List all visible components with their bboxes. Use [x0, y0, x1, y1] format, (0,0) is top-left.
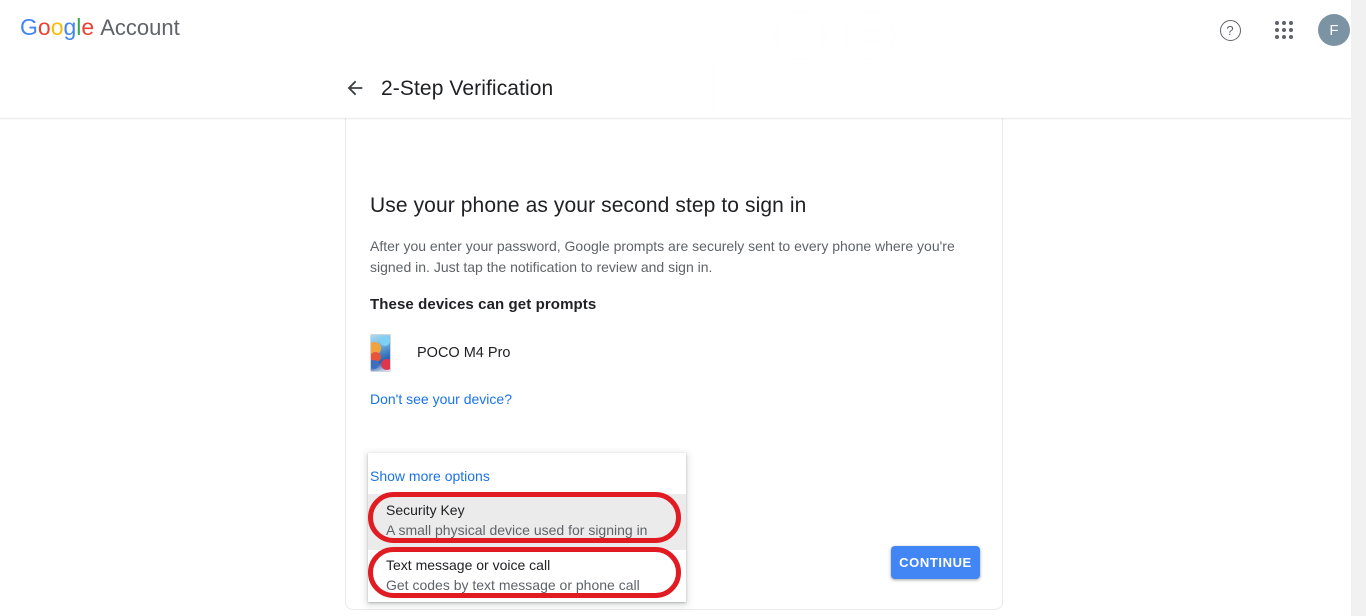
help-button[interactable]: ? — [1210, 10, 1250, 50]
option-title: Text message or voice call — [386, 557, 551, 573]
dont-see-device-link[interactable]: Don't see your device? — [370, 391, 512, 407]
option-security-key[interactable]: Security Key A small physical device use… — [368, 494, 686, 550]
device-row[interactable]: POCO M4 Pro — [370, 334, 510, 372]
page-subtext: After you enter your password, Google pr… — [370, 238, 955, 275]
help-icon: ? — [1219, 19, 1241, 41]
show-more-options-link[interactable]: Show more options — [370, 461, 684, 491]
top-bar: Google Account ? F — [0, 0, 1366, 60]
page-headline: Use your phone as your second step to si… — [370, 194, 807, 217]
top-bar-actions: ? F — [1210, 0, 1350, 60]
option-subtitle: Get codes by text message or phone call — [386, 577, 640, 593]
scrollbar-track[interactable] — [1351, 0, 1366, 616]
option-title: Security Key — [386, 502, 465, 518]
back-arrow-icon[interactable] — [341, 74, 369, 102]
product-name-label: Account — [100, 15, 180, 40]
device-name-label: POCO M4 Pro — [417, 345, 511, 361]
apps-grid-icon — [1275, 21, 1293, 39]
google-wordmark: Google — [20, 14, 95, 40]
option-subtitle: A small physical device used for signing… — [386, 522, 648, 538]
option-text-message-or-voice-call[interactable]: Text message or voice call Get codes by … — [368, 549, 686, 605]
google-apps-button[interactable] — [1264, 10, 1304, 50]
devices-section-title: These devices can get prompts — [370, 296, 597, 313]
phone-device-icon — [370, 334, 391, 372]
continue-button[interactable]: CONTINUE — [891, 546, 980, 579]
more-options-panel: Show more options Security Key A small p… — [368, 453, 686, 602]
google-account-logo[interactable]: Google Account — [20, 14, 180, 41]
page-root: Use your phone as your second step to si… — [0, 0, 1366, 616]
page-title: 2-Step Verification — [381, 77, 554, 100]
sub-header: 2-Step Verification — [0, 60, 1366, 118]
avatar[interactable]: F — [1318, 14, 1350, 46]
